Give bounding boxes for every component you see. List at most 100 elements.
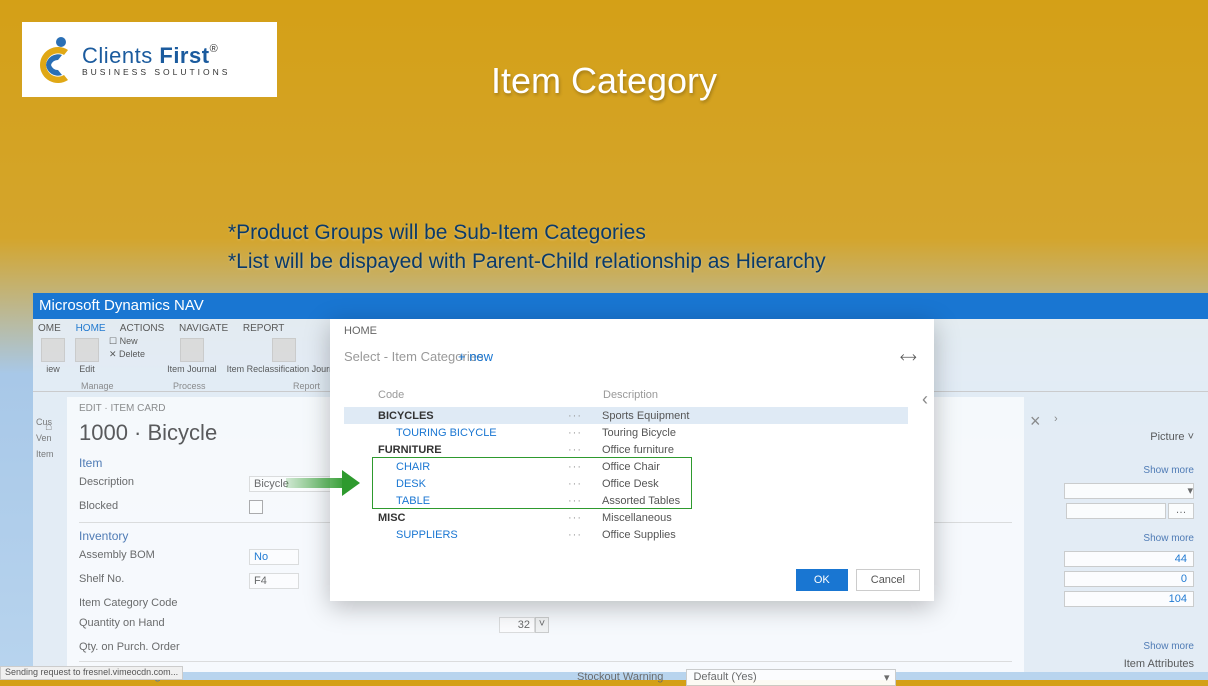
ribbon-group-manage: Manage [81, 381, 114, 391]
new-button[interactable]: + new [458, 349, 493, 364]
collapse-icon[interactable]: ‹ [922, 389, 928, 410]
rail-cus[interactable]: Cus [33, 417, 61, 427]
category-row[interactable]: TABLE···Assorted Tables [344, 492, 908, 509]
left-rail: Cus Ven Item [33, 397, 61, 672]
label-qty-on-purch: Qty. on Purch. Order [79, 641, 249, 653]
row-actions-icon[interactable]: ··· [568, 529, 602, 541]
header-description[interactable]: Description [603, 389, 908, 401]
ribbon-delete-button[interactable]: ✕ Delete [109, 349, 145, 360]
value-assembly-bom[interactable]: No [249, 549, 299, 565]
show-more-link-3[interactable]: Show more [1143, 641, 1194, 652]
logo-box: Clients First® BUSINESS SOLUTIONS [22, 22, 277, 97]
category-description: Miscellaneous [602, 512, 672, 524]
category-code: MISC [378, 512, 568, 524]
bullet-2: *List will be dispayed with Parent-Child… [228, 247, 826, 276]
value-0[interactable]: 0 [1064, 571, 1194, 587]
qty-dropdown-icon[interactable]: ˅ [535, 617, 549, 633]
rail-ven[interactable]: Ven [33, 433, 61, 443]
show-more-link-2[interactable]: Show more [1143, 533, 1194, 544]
value-104[interactable]: 104 [1064, 591, 1194, 607]
row-actions-icon[interactable]: ··· [568, 478, 602, 490]
logo-brand1: Clients [82, 43, 153, 68]
row-actions-icon[interactable]: ··· [568, 410, 602, 422]
category-row[interactable]: CHAIR···Office Chair [344, 458, 908, 475]
category-row[interactable]: FURNITURE···Office furniture [344, 441, 908, 458]
label-blocked: Blocked [79, 500, 249, 514]
category-row[interactable]: MISC···Miscellaneous [344, 509, 908, 526]
expand-icon[interactable]: ⤢ [897, 347, 919, 369]
value-44[interactable]: 44 [1064, 551, 1194, 567]
category-description: Office furniture [602, 444, 674, 456]
item-attributes-label[interactable]: Item Attributes [1124, 658, 1194, 670]
rail-item[interactable]: Item [33, 449, 61, 459]
row-actions-icon[interactable]: ··· [568, 461, 602, 473]
row-actions-icon[interactable]: ··· [568, 512, 602, 524]
category-description: Sports Equipment [602, 410, 689, 422]
tab-navigate[interactable]: NAVIGATE [179, 323, 228, 334]
chevron-right-icon[interactable]: › [1054, 413, 1058, 425]
logo-subtitle: BUSINESS SOLUTIONS [82, 67, 230, 77]
chevron-down-icon: ▾ [884, 671, 890, 684]
ok-button[interactable]: OK [796, 569, 848, 591]
ribbon-group-process: Process [173, 381, 206, 391]
right-panel: × › Picture ˅ Show more ▾ … Show more 44… [1030, 407, 1208, 672]
view-icon [41, 338, 65, 362]
tab-report[interactable]: REPORT [243, 323, 285, 334]
label-qty-on-hand: Quantity on Hand [79, 617, 249, 633]
modal-rows: BICYCLES···Sports EquipmentTOURING BICYC… [344, 407, 908, 543]
right-btn-2[interactable]: … [1168, 503, 1194, 519]
ribbon-group-report: Report [293, 381, 320, 391]
header-code[interactable]: Code [378, 389, 603, 401]
label-shelf-no: Shelf No. [79, 573, 249, 589]
ribbon-edit-button[interactable]: Edit [71, 336, 103, 376]
picture-dropdown[interactable]: Picture ˅ [1150, 431, 1194, 443]
ribbon-view-button[interactable]: iew [37, 336, 69, 376]
category-code: SUPPLIERS [396, 529, 568, 541]
nav-title-bar: Microsoft Dynamics NAV [33, 293, 1208, 319]
category-description: Office Chair [602, 461, 660, 473]
modal-tab-home[interactable]: HOME [344, 325, 377, 337]
close-icon[interactable]: × [1030, 411, 1041, 432]
ribbon-new-button[interactable]: ☐ New [109, 336, 145, 347]
value-qty-on-hand[interactable]: 32 [499, 617, 535, 633]
ribbon-tabs: OME HOME ACTIONS NAVIGATE REPORT [38, 323, 296, 334]
tab-ome[interactable]: OME [38, 323, 61, 334]
slide-title: Item Category [491, 60, 717, 102]
category-code: BICYCLES [378, 410, 568, 422]
category-description: Touring Bicycle [602, 427, 676, 439]
logo-text: Clients First® BUSINESS SOLUTIONS [82, 43, 230, 77]
show-more-link-1[interactable]: Show more [1143, 465, 1194, 476]
dropdown-stockout[interactable]: Default (Yes)▾ [686, 669, 896, 686]
logo-brand2: First [159, 43, 209, 68]
modal-buttons: OK Cancel [796, 569, 920, 591]
tab-home[interactable]: HOME [76, 323, 106, 334]
right-input-2[interactable] [1066, 503, 1166, 519]
item-categories-modal: HOME Select - Item Categories + new ⤢ ‹ … [330, 319, 934, 601]
row-actions-icon[interactable]: ··· [568, 427, 602, 439]
row-actions-icon[interactable]: ··· [568, 495, 602, 507]
status-bar: Sending request to fresnel.vimeocdn.com.… [0, 666, 183, 680]
category-row[interactable]: DESK···Office Desk [344, 475, 908, 492]
cancel-button[interactable]: Cancel [856, 569, 920, 591]
input-shelf-no[interactable]: F4 [249, 573, 299, 589]
category-row[interactable]: BICYCLES···Sports Equipment [344, 407, 908, 424]
reclass-icon [272, 338, 296, 362]
label-stockout: Stockout Warning [577, 671, 663, 683]
logo-registered: ® [210, 43, 219, 55]
row-actions-icon[interactable]: ··· [568, 444, 602, 456]
checkbox-blocked[interactable] [249, 500, 263, 514]
category-row[interactable]: SUPPLIERS···Office Supplies [344, 526, 908, 543]
ribbon-item-journal-button[interactable]: Item Journal [163, 336, 221, 376]
category-code: TABLE [396, 495, 568, 507]
logo-icon [34, 35, 74, 85]
label-assembly-bom: Assembly BOM [79, 549, 249, 565]
category-description: Assorted Tables [602, 495, 680, 507]
category-code: DESK [396, 478, 568, 490]
category-row[interactable]: TOURING BICYCLE···Touring Bicycle [344, 424, 908, 441]
category-description: Office Supplies [602, 529, 676, 541]
slide-bullets: *Product Groups will be Sub-Item Categor… [228, 218, 826, 277]
right-input-1[interactable]: ▾ [1064, 483, 1194, 499]
tab-actions[interactable]: ACTIONS [120, 323, 164, 334]
ribbon-reclass-button[interactable]: Item Reclassification Journal [223, 336, 346, 376]
stockout-row: Stockout Warning Default (Yes)▾ [577, 669, 896, 686]
